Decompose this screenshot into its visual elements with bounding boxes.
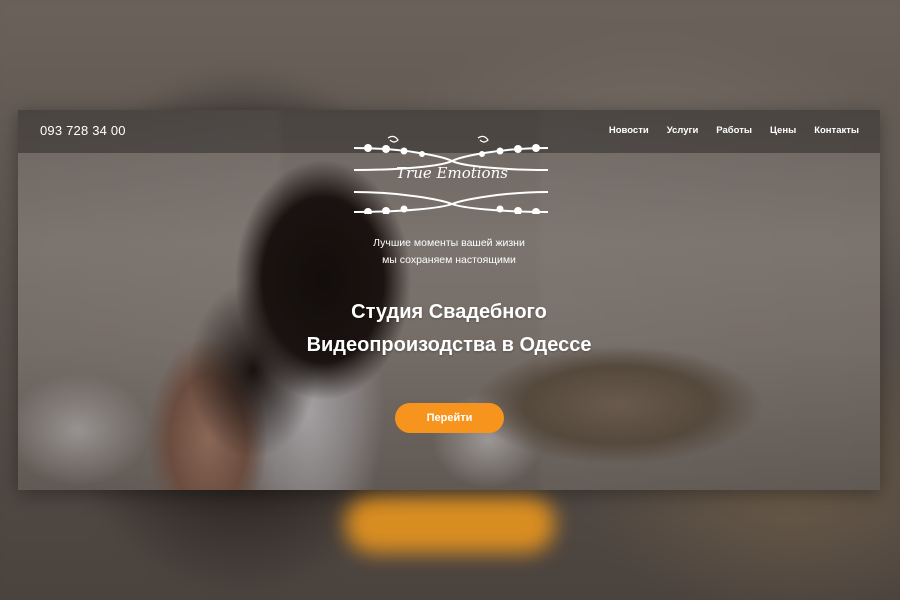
logo[interactable]: True Emotions <box>352 134 552 223</box>
menu-item-news[interactable]: Новости <box>609 125 649 136</box>
phone-number[interactable]: 093 728 34 00 <box>40 123 126 138</box>
headline-line-1: Студия Свадебного <box>351 301 547 323</box>
menu-item-prices[interactable]: Цены <box>770 125 796 136</box>
tagline-line-2: мы сохраняем настоящими <box>382 254 516 266</box>
blurred-background-button <box>345 495 555 553</box>
hero-section: 093 728 34 00 Новости Услуги Работы Цены… <box>18 110 880 490</box>
page-headline: Студия Свадебного Видеопроизодства в Оде… <box>149 296 749 362</box>
tagline: Лучшие моменты вашей жизни мы сохраняем … <box>249 235 649 269</box>
menu-item-works[interactable]: Работы <box>716 125 752 136</box>
main-menu: Новости Услуги Работы Цены Контакты <box>609 125 859 136</box>
menu-item-contacts[interactable]: Контакты <box>814 125 859 136</box>
logo-text: True Emotions <box>396 164 508 182</box>
menu-item-services[interactable]: Услуги <box>667 125 699 136</box>
tagline-line-1: Лучшие моменты вашей жизни <box>373 237 525 249</box>
go-button[interactable]: Перейти <box>395 403 504 433</box>
headline-line-2: Видеопроизодства в Одессе <box>306 334 592 356</box>
